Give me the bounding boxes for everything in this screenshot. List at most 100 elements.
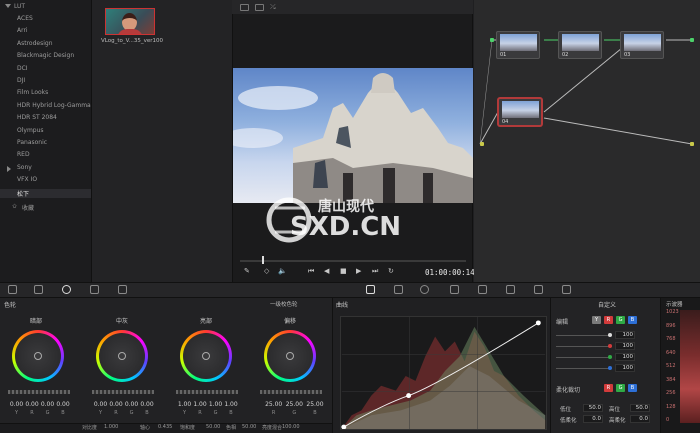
lut-folder-item[interactable]: Film Looks <box>17 89 48 96</box>
lut-folder-item[interactable]: VFX IO <box>17 176 37 183</box>
image-wipe-icon[interactable] <box>240 3 249 11</box>
qualifier-icon[interactable] <box>394 285 403 294</box>
loop-icon[interactable]: ↻ <box>388 267 394 275</box>
curve-graph[interactable] <box>340 316 547 430</box>
lut-folder-item[interactable]: Blackmagic Design <box>17 52 74 59</box>
wheel-value[interactable]: 1.00 <box>223 401 239 408</box>
wheel-value[interactable]: 0.00 <box>124 401 140 408</box>
lut-folder-item[interactable]: Sony <box>7 164 32 172</box>
gamma-wheel[interactable] <box>96 330 148 382</box>
wheel-value[interactable]: 1.00 <box>192 401 208 408</box>
play-icon[interactable]: ▶ <box>356 267 361 275</box>
softclip-g-toggle[interactable]: G <box>616 384 625 392</box>
high-value[interactable]: 50.0 <box>630 404 650 412</box>
timeline-scrubber[interactable] <box>240 260 466 262</box>
color-match-icon[interactable] <box>34 285 43 294</box>
rgb-mixer-icon[interactable] <box>90 285 99 294</box>
key-icon[interactable] <box>506 285 515 294</box>
wheel-value[interactable]: 0.00 <box>108 401 124 408</box>
offset-wheel[interactable] <box>264 330 316 382</box>
node-04[interactable]: 04 <box>498 98 542 126</box>
node-input[interactable] <box>490 38 494 42</box>
green-intensity-value[interactable]: 100 <box>615 353 635 361</box>
adjust-item[interactable]: 50.00 <box>206 424 220 430</box>
lut-folder-item[interactable]: DJI <box>17 77 25 84</box>
stop-icon[interactable]: ■ <box>340 267 347 275</box>
split-screen-icon[interactable] <box>255 3 264 11</box>
3d-icon[interactable] <box>562 285 571 294</box>
luma-intensity-value[interactable]: 100 <box>615 331 635 339</box>
highlight-icon[interactable]: ⤯ <box>270 3 279 11</box>
node-input-key[interactable] <box>480 142 484 146</box>
adjust-item[interactable]: 0.435 <box>158 424 172 430</box>
lut-folder-item[interactable]: 松下 <box>0 188 91 198</box>
channel-y-toggle[interactable]: Y <box>592 316 601 324</box>
node-output[interactable] <box>690 38 694 42</box>
wheel-value[interactable]: 25.00 <box>305 401 326 408</box>
softclip-r-toggle[interactable]: R <box>604 384 613 392</box>
node-output-key[interactable] <box>690 142 694 146</box>
lut-thumbnail[interactable] <box>105 8 155 35</box>
camera-raw-icon[interactable] <box>8 285 17 294</box>
lut-folder-item[interactable]: Astrodesign <box>17 40 53 47</box>
lut-folder-item[interactable]: DCI <box>17 65 28 72</box>
go-to-end-icon[interactable]: ⏭ <box>372 267 378 276</box>
blue-intensity-slider[interactable] <box>556 368 612 369</box>
node-02[interactable]: 02 <box>558 31 602 59</box>
lut-folder-header[interactable]: LUT <box>0 0 92 12</box>
lut-folder-item[interactable]: Arri <box>17 27 28 34</box>
adjust-item[interactable]: 1.000 <box>104 424 118 430</box>
wheel-value[interactable]: 25.00 <box>284 401 305 408</box>
blue-intensity-value[interactable]: 100 <box>615 364 635 372</box>
lut-folder-item[interactable]: HDR Hybrid Log-Gamma <box>17 102 91 109</box>
low-value[interactable]: 50.0 <box>583 404 603 412</box>
wheel-value[interactable]: 1.00 <box>208 401 224 408</box>
gain-master-slider[interactable] <box>176 390 238 394</box>
wheel-value[interactable]: 0.00 <box>93 401 109 408</box>
audio-icon[interactable]: 🔈 <box>278 267 287 275</box>
wheel-value[interactable]: 1.00 <box>177 401 193 408</box>
lut-folder-item[interactable]: Panasonic <box>17 139 47 146</box>
lut-folder-item[interactable]: Olympus <box>17 127 44 134</box>
blur-icon[interactable] <box>478 285 487 294</box>
color-wheels-icon[interactable] <box>62 285 71 294</box>
wheel-value[interactable]: 25.00 <box>263 401 284 408</box>
luma-intensity-slider[interactable] <box>556 335 612 336</box>
eyedropper-icon[interactable]: ✎ <box>244 267 250 275</box>
adjust-item[interactable]: 100.00 <box>282 424 300 430</box>
channel-b-toggle[interactable]: B <box>628 316 637 324</box>
wheel-value[interactable]: 0.00 <box>139 401 155 408</box>
wheel-value[interactable]: 0.00 <box>24 401 40 408</box>
favorites-item[interactable]: 收藏 <box>22 203 34 212</box>
adjust-item[interactable]: 50.00 <box>242 424 256 430</box>
low-soft-value[interactable]: 0.0 <box>583 415 603 423</box>
red-intensity-value[interactable]: 100 <box>615 342 635 350</box>
lut-folder-item[interactable]: RED <box>17 151 30 158</box>
wheel-value[interactable]: 0.00 <box>40 401 56 408</box>
wheel-value[interactable]: 0.00 <box>9 401 25 408</box>
chevron-right-icon[interactable] <box>7 165 11 172</box>
go-to-start-icon[interactable]: ⏮ <box>308 267 314 276</box>
node-01[interactable]: 01 <box>496 31 540 59</box>
wheels-mode-select[interactable]: 一级校色轮 <box>270 300 298 308</box>
mask-icon[interactable]: ◇ <box>264 267 269 275</box>
motion-effects-icon[interactable] <box>118 285 127 294</box>
green-intensity-slider[interactable] <box>556 357 612 358</box>
red-intensity-slider[interactable] <box>556 346 612 347</box>
channel-r-toggle[interactable]: R <box>604 316 613 324</box>
high-soft-value[interactable]: 0.0 <box>630 415 650 423</box>
sizing-icon[interactable] <box>534 285 543 294</box>
channel-g-toggle[interactable]: G <box>616 316 625 324</box>
curves-icon[interactable] <box>366 285 375 294</box>
lut-folder-item[interactable]: HDR ST 2084 <box>17 114 57 121</box>
softclip-b-toggle[interactable]: B <box>628 384 637 392</box>
offset-master-slider[interactable] <box>260 390 322 394</box>
lift-master-slider[interactable] <box>8 390 70 394</box>
gamma-master-slider[interactable] <box>92 390 154 394</box>
tracker-icon[interactable] <box>450 285 459 294</box>
wheel-value[interactable]: 0.00 <box>55 401 71 408</box>
step-back-icon[interactable]: ◀ <box>324 267 329 275</box>
lift-wheel[interactable] <box>12 330 64 382</box>
node-03[interactable]: 03 <box>620 31 664 59</box>
lut-folder-item[interactable]: ACES <box>17 15 33 22</box>
